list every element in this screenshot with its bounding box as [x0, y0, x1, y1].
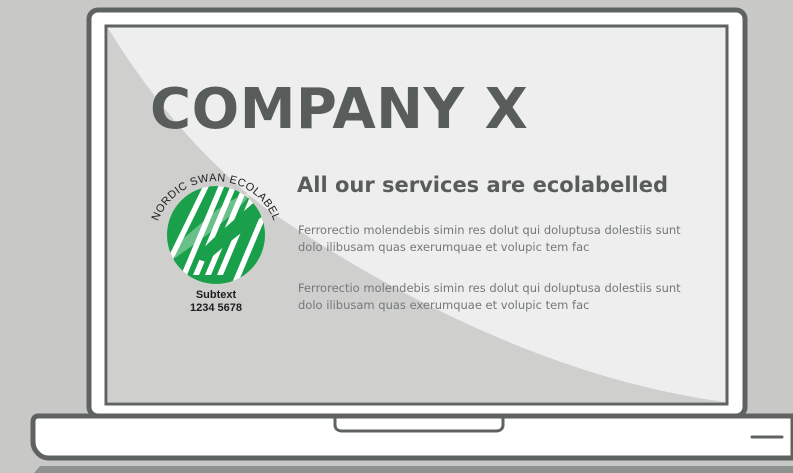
ecolabel-license-number: 1234 5678: [190, 302, 242, 314]
laptop-base: [30, 413, 793, 473]
ecolabel-subtext: Subtext: [195, 289, 237, 301]
laptop-scene: NORDIC SWAN ECOLABEL COMPANY X All our s…: [0, 0, 793, 473]
body-paragraph: Ferrorectio molendebis simin res dolut q…: [298, 281, 681, 312]
body-paragraph: Ferrorectio molendebis simin res dolut q…: [298, 223, 681, 254]
ecolabel-subtext-block: Subtext 1234 5678: [166, 289, 266, 315]
company-name: COMPANY X: [150, 77, 529, 142]
headline: All our services are ecolabelled: [297, 173, 669, 197]
